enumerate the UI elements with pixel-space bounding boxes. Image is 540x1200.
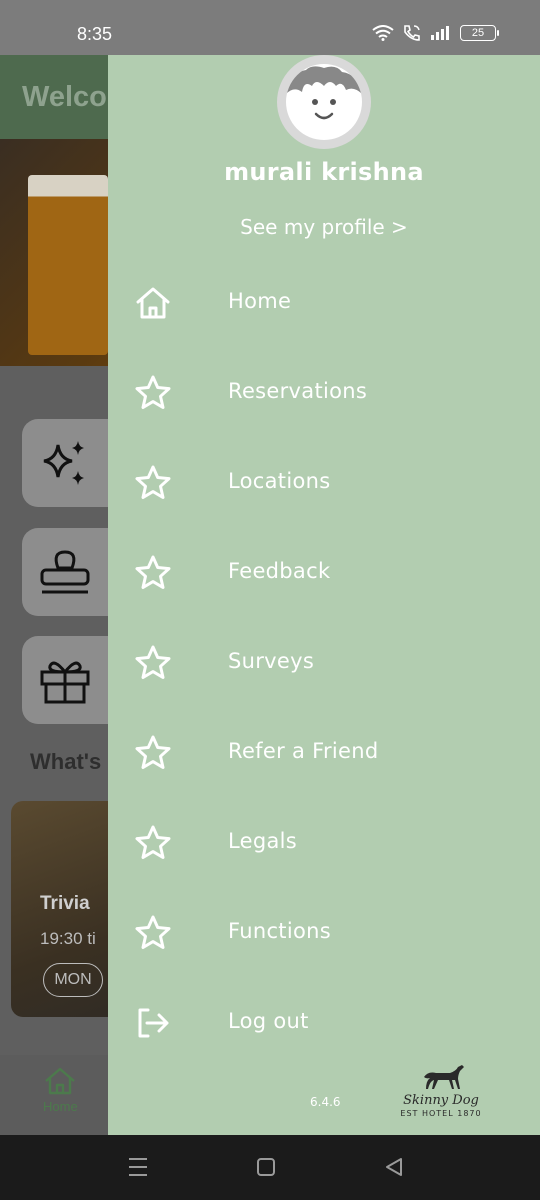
star-icon [135,825,171,859]
menu-item-label: Reservations [228,379,368,403]
menu-item-locations[interactable]: Locations [108,438,540,528]
status-time: 8:35 [77,24,113,44]
star-icon [135,375,171,409]
bottom-nav-home: Home [43,1067,78,1114]
system-nav-bar [0,1135,540,1200]
menu-item-label: Locations [228,469,331,493]
background-header-title: Welco [22,81,107,113]
skinny-dog-logo: Skinny Dog EST HOTEL 1870 [398,1063,484,1125]
user-name: murali krishna [224,158,424,186]
back-icon[interactable] [383,1155,405,1179]
menu-item-home[interactable]: Home [108,258,540,348]
sparkles-icon [43,441,84,485]
star-icon [135,555,171,589]
event-title: Trivia [40,893,90,914]
signal-icon [431,26,449,40]
gift-icon [40,661,90,704]
menu-item-label: Legals [228,829,298,853]
avatar-face-icon [286,66,362,120]
status-bar: 8:35 25 [0,0,540,55]
battery-icon: 25 [460,25,499,41]
logo-sub: EST HOTEL 1870 [400,1109,482,1118]
star-icon [135,465,171,499]
logo-name: Skinny Dog [403,1093,479,1108]
home-icon [136,287,170,319]
menu-item-log-out[interactable]: Log out [108,978,540,1068]
menu-item-surveys[interactable]: Surveys [108,618,540,708]
home-button-icon[interactable] [255,1155,277,1179]
status-icons: 25 [372,24,499,42]
call-icon [404,25,420,41]
see-profile-link[interactable]: See my profile > [108,215,540,239]
bottom-nav-home-label: Home [43,1099,78,1114]
beer-glass-image [28,175,108,355]
menu-item-feedback[interactable]: Feedback [108,528,540,618]
avatar[interactable] [277,55,371,149]
event-time: 19:30 ti [40,929,96,948]
menu-icon[interactable] [127,1155,149,1179]
navigation-drawer: murali krishna See my profile > Home Res… [108,55,540,1135]
menu-item-label: Refer a Friend [228,739,379,763]
menu-item-reservations[interactable]: Reservations [108,348,540,438]
event-day-badge: MON [43,963,103,997]
menu-item-label: Surveys [228,649,315,673]
logout-icon [138,1008,169,1038]
app-version: 6.4.6 [310,1095,341,1109]
greyhound-icon [424,1065,464,1089]
home-icon [45,1067,76,1095]
menu-item-label: Feedback [228,559,331,583]
menu-item-functions[interactable]: Functions [108,888,540,978]
star-icon [135,915,171,949]
wifi-icon [372,25,394,41]
background-section-title: What's [30,749,102,774]
star-icon [135,735,171,769]
menu-item-legals[interactable]: Legals [108,798,540,888]
star-icon [135,645,171,679]
menu-item-refer-a-friend[interactable]: Refer a Friend [108,708,540,798]
menu-item-label: Home [228,289,292,313]
menu-item-label: Functions [228,919,331,943]
stamp-icon [40,550,90,594]
menu-item-label: Log out [228,1009,309,1033]
